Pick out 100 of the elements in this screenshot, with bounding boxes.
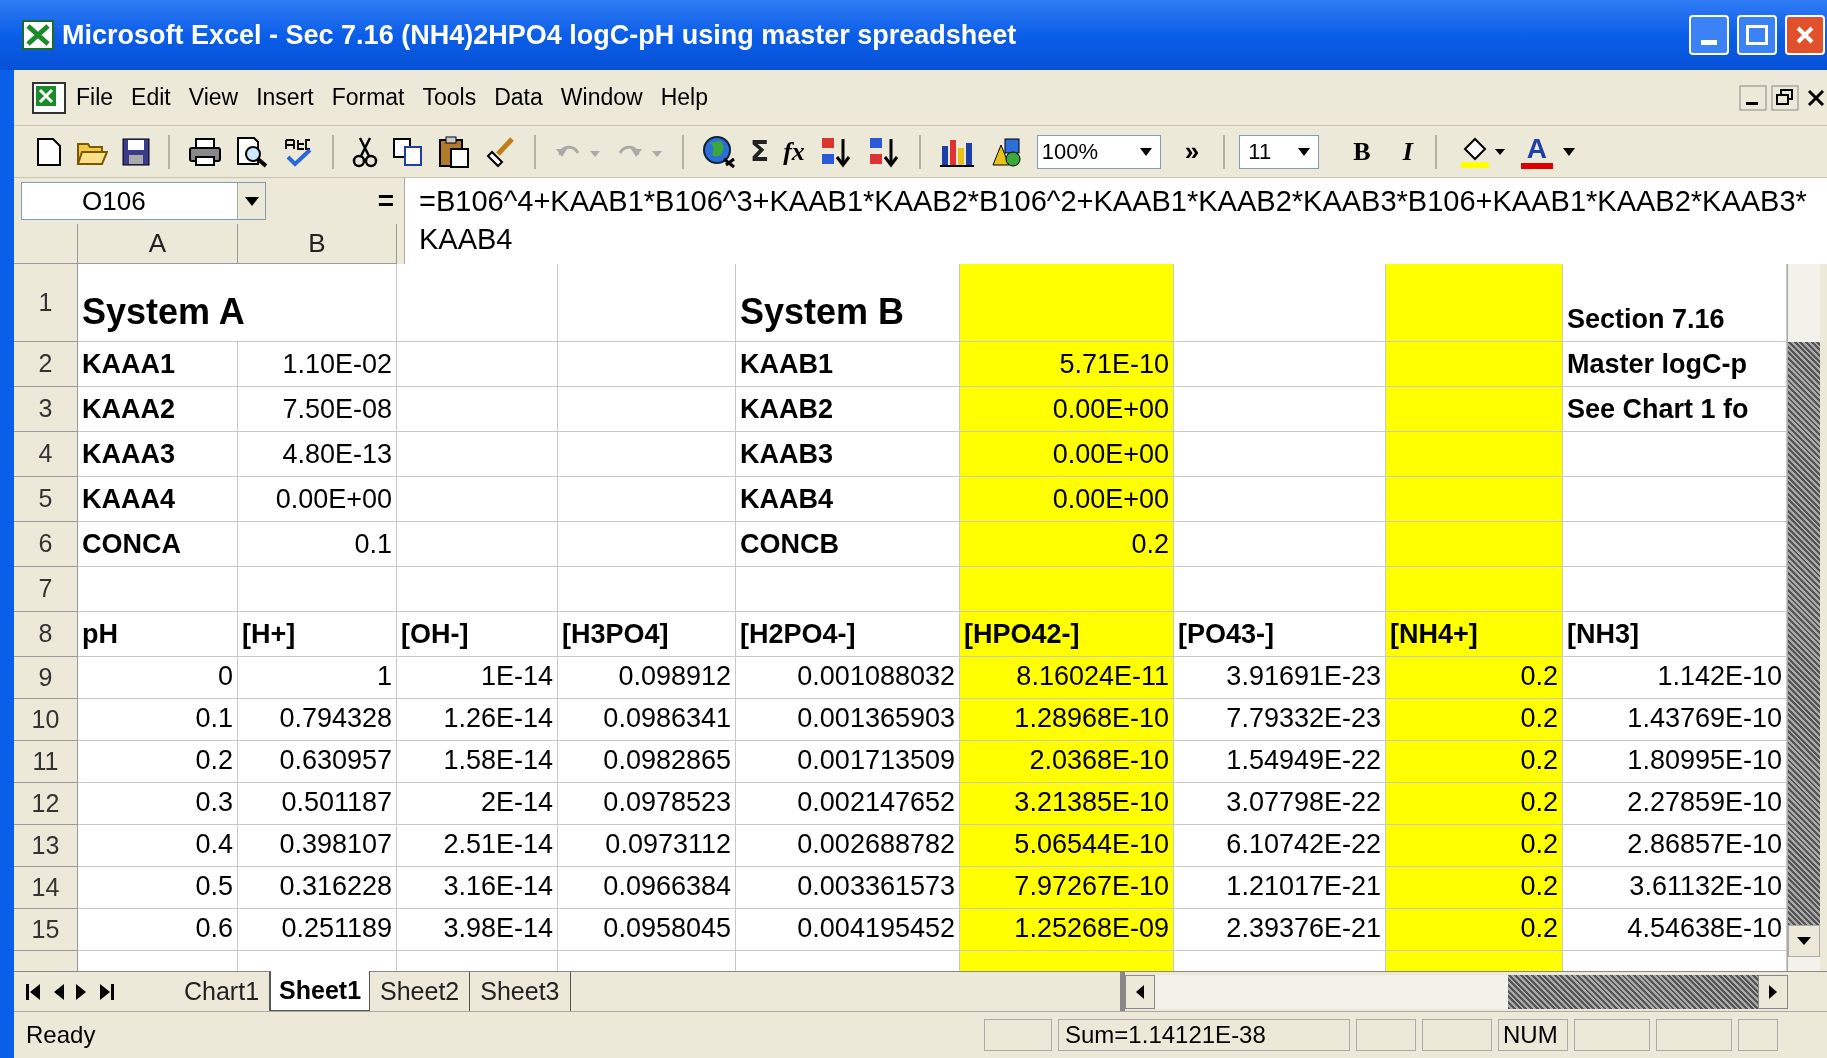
new-file-icon[interactable] xyxy=(36,136,62,167)
minimize-icon xyxy=(1701,40,1717,45)
dropdown-arrow-icon xyxy=(1298,147,1311,156)
row-header[interactable]: 15 xyxy=(14,909,78,951)
table-cell: [OH-] xyxy=(397,612,558,657)
sheet-tab[interactable]: Sheet2 xyxy=(370,972,471,1011)
first-sheet-icon[interactable] xyxy=(26,982,40,1001)
scroll-right-button[interactable] xyxy=(1758,974,1788,1009)
font-size-dropdown[interactable]: 11 xyxy=(1239,134,1320,169)
menu-item[interactable]: File xyxy=(76,80,114,115)
paste-icon[interactable] xyxy=(438,135,470,168)
dropdown-arrow-icon[interactable] xyxy=(1562,147,1575,156)
row-header[interactable]: 10 xyxy=(14,699,78,741)
table-cell: 7.50E-08 xyxy=(238,387,397,432)
table-cell: 2.51E-14 xyxy=(397,825,558,867)
row-header[interactable]: 2 xyxy=(14,342,78,387)
down-arrow-icon xyxy=(1797,937,1811,945)
minimize-icon[interactable] xyxy=(1739,84,1767,111)
last-sheet-icon[interactable] xyxy=(100,982,114,1001)
row-header[interactable]: 9 xyxy=(14,657,78,699)
row-header[interactable]: 8 xyxy=(14,612,78,657)
scroll-down-button[interactable] xyxy=(1788,925,1820,957)
table-cell: [H3PO4] xyxy=(558,612,736,657)
table-cell: 0.5 xyxy=(78,867,238,909)
table-cell: 2.86857E-10 xyxy=(1563,825,1787,867)
table-cell: 0.794328 xyxy=(238,699,397,741)
menu-item[interactable]: Data xyxy=(494,80,543,115)
table-cell: 0.2 xyxy=(1386,657,1563,699)
sheet-tab[interactable]: Sheet1 xyxy=(270,971,371,1011)
menu-item[interactable]: View xyxy=(188,80,239,115)
close-button[interactable] xyxy=(1785,15,1825,55)
table-cell: System A xyxy=(78,264,397,342)
sheet-tab[interactable]: Sheet3 xyxy=(470,972,571,1011)
table-cell: KAAB3 xyxy=(736,432,960,477)
table-cell: 3.91691E-23 xyxy=(1174,657,1386,699)
table-cell: 6.10742E-22 xyxy=(1174,825,1386,867)
scrollbar-thumb[interactable] xyxy=(1788,342,1820,925)
globe-icon[interactable] xyxy=(702,134,736,169)
toolbar-overflow-button[interactable]: » xyxy=(1184,132,1200,171)
print-preview-icon[interactable] xyxy=(236,135,268,168)
table-cell: 0.2 xyxy=(1386,867,1563,909)
autosum-button[interactable]: Σ xyxy=(750,130,770,173)
table-cell: 1.142E-10 xyxy=(1563,657,1787,699)
row-header[interactable]: 4 xyxy=(14,432,78,477)
column-header[interactable]: A xyxy=(78,224,238,264)
status-panel xyxy=(1422,1019,1492,1051)
workbook-icon[interactable] xyxy=(32,81,66,114)
table-cell: 7.97267E-10 xyxy=(960,867,1174,909)
table-cell: 0.004195452 xyxy=(736,909,960,951)
table-cell: [NH3] xyxy=(1563,612,1787,657)
zoom-dropdown[interactable]: 100% xyxy=(1036,134,1161,169)
table-cell: 1.25268E-09 xyxy=(960,909,1174,951)
color-bar-icon xyxy=(1520,162,1553,169)
menu-item[interactable]: Edit xyxy=(131,80,171,115)
status-panel xyxy=(1738,1019,1778,1051)
row-header[interactable]: 3 xyxy=(14,387,78,432)
table-cell: 0.1 xyxy=(238,522,397,567)
maximize-button[interactable] xyxy=(1737,15,1777,55)
menu-item[interactable]: Insert xyxy=(256,80,314,115)
bold-button[interactable]: B xyxy=(1353,132,1371,171)
font-color-button[interactable]: A xyxy=(1526,134,1547,163)
menu-item[interactable]: Help xyxy=(660,80,708,115)
row-header[interactable]: 7 xyxy=(14,567,78,612)
print-icon[interactable] xyxy=(188,136,222,167)
scroll-left-button[interactable] xyxy=(1125,974,1155,1009)
table-cell: 2.0368E-10 xyxy=(960,741,1174,783)
font-size-value: 11 xyxy=(1247,138,1272,166)
insert-function-button[interactable]: fx xyxy=(783,132,805,171)
column-header[interactable]: B xyxy=(238,224,397,264)
row-header[interactable]: 1 xyxy=(14,264,78,342)
name-box[interactable]: O106 xyxy=(21,182,266,220)
restore-icon[interactable] xyxy=(1771,84,1799,111)
row-header[interactable]: 6 xyxy=(14,522,78,567)
minimize-button[interactable] xyxy=(1689,15,1729,55)
row-header[interactable]: 13 xyxy=(14,825,78,867)
paintbrush-icon[interactable] xyxy=(484,135,516,168)
menu-item[interactable]: Format xyxy=(331,80,405,115)
cut-icon[interactable] xyxy=(352,135,378,168)
copy-icon[interactable] xyxy=(392,136,424,167)
table-cell: 1.21017E-21 xyxy=(1174,867,1386,909)
row-header[interactable]: 14 xyxy=(14,867,78,909)
previous-sheet-icon[interactable] xyxy=(52,982,64,1001)
row-header[interactable]: 12 xyxy=(14,783,78,825)
dropdown-arrow-icon xyxy=(244,196,259,206)
table-cell: 0.251189 xyxy=(238,909,397,951)
row-header[interactable]: 11 xyxy=(14,741,78,783)
table-cell: 1.10E-02 xyxy=(238,342,397,387)
tab-split-handle[interactable] xyxy=(1120,972,1125,1011)
table-cell: 0.4 xyxy=(78,825,238,867)
close-icon xyxy=(1795,25,1815,45)
edit-formula-button[interactable]: = xyxy=(377,180,394,222)
scrollbar-thumb[interactable] xyxy=(1508,974,1758,1009)
menu-item[interactable]: Tools xyxy=(422,80,477,115)
table-cell: 0.003361573 xyxy=(736,867,960,909)
italic-button[interactable]: I xyxy=(1402,132,1413,171)
save-icon[interactable] xyxy=(122,137,150,166)
menu-item[interactable]: Window xyxy=(560,80,643,115)
next-sheet-icon[interactable] xyxy=(76,982,88,1001)
spellcheck-icon[interactable] xyxy=(282,136,314,167)
row-header[interactable]: 5 xyxy=(14,477,78,522)
